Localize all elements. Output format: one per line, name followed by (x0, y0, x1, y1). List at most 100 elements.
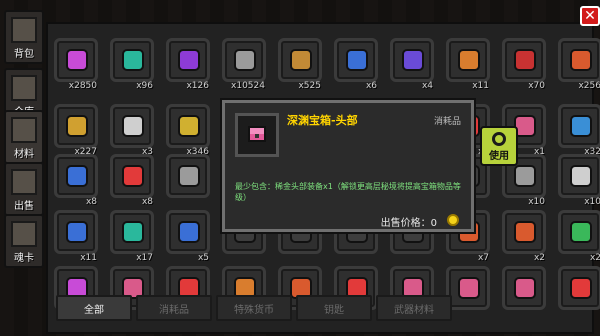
item-icon (290, 49, 312, 71)
tab-label: 材料 (14, 149, 34, 160)
item-icon (178, 165, 200, 187)
item-detail-popup: 深渊宝箱-头部 消耗品 最少包含：稀金头部装备x1（解锁更高层秘境将提高宝箱物品… (222, 100, 474, 232)
filter-tab-consumables[interactable]: 消耗品 (136, 295, 212, 321)
item-icon (570, 165, 592, 187)
inventory-slot[interactable]: x70 (502, 38, 546, 91)
item-icon (178, 115, 200, 137)
inventory-slot[interactable]: x4 (390, 38, 434, 91)
item-count: x2850 (68, 81, 97, 91)
inventory-slot[interactable]: x2 (502, 210, 546, 263)
filter-tab-special-currency[interactable]: 特殊货币 (216, 295, 292, 321)
inventory-slot[interactable]: x346 (166, 104, 210, 157)
inventory-slot[interactable]: x8 (110, 154, 154, 207)
filter-tab-weapon-materials[interactable]: 武器材料 (376, 295, 452, 321)
item-icon (402, 49, 424, 71)
item-icon (346, 49, 368, 71)
inventory-slot[interactable]: x11 (446, 38, 490, 91)
inventory-slot[interactable]: x525 (278, 38, 322, 91)
inventory-slot[interactable]: x10 (558, 154, 600, 207)
inventory-slot[interactable] (166, 154, 210, 198)
item-icon (122, 49, 144, 71)
item-icon (514, 221, 536, 243)
item-count: x8 (85, 197, 97, 207)
item-icon (66, 221, 88, 243)
item-icon (122, 221, 144, 243)
tab-soul-card[interactable]: 魂卡 (4, 214, 44, 268)
filter-tab-all[interactable]: 全部 (56, 295, 132, 321)
item-icon (122, 165, 144, 187)
inventory-slot[interactable]: x96 (110, 38, 154, 91)
item-icon (122, 115, 144, 137)
item-icon (570, 49, 592, 71)
inventory-slot[interactable]: x2850 (54, 38, 98, 91)
tab-materials[interactable]: 材料 (4, 110, 44, 164)
tab-label: 出售 (14, 201, 34, 212)
item-icon (514, 49, 536, 71)
coin-icon (447, 214, 459, 226)
item-count: x10 (528, 197, 545, 207)
item-count: x5 (197, 253, 209, 263)
sell-icon (11, 169, 37, 195)
sell-price: 出售价格：0 (380, 218, 437, 229)
item-count: x11 (472, 81, 489, 91)
tab-label: 魂卡 (14, 253, 34, 264)
inventory-slot[interactable]: x3 (110, 104, 154, 157)
tab-sell[interactable]: 出售 (4, 162, 44, 216)
item-count: x126 (186, 81, 209, 91)
item-icon (66, 49, 88, 71)
item-icon (66, 115, 88, 137)
item-icon (234, 49, 256, 71)
warehouse-icon (11, 75, 37, 101)
inventory-slot[interactable]: x17 (110, 210, 154, 263)
inventory-slot[interactable]: x11 (54, 210, 98, 263)
materials-icon (11, 117, 37, 143)
item-icon-frame (235, 113, 279, 157)
item-icon (514, 165, 536, 187)
key-icon (492, 132, 506, 146)
inventory-slot[interactable] (446, 266, 490, 310)
item-count: x256 (578, 81, 600, 91)
item-count: x70 (528, 81, 545, 91)
item-title: 深渊宝箱-头部 (287, 114, 358, 127)
inventory-slot[interactable] (558, 266, 600, 310)
item-icon (66, 165, 88, 187)
inventory-slot[interactable]: x10524 (222, 38, 266, 91)
item-icon (570, 115, 592, 137)
inventory-slot[interactable]: x227 (54, 104, 98, 157)
item-category: 消耗品 (433, 117, 461, 127)
item-icon (514, 277, 536, 299)
inventory-slot[interactable]: x5 (166, 210, 210, 263)
item-count: x2 (589, 253, 600, 263)
item-count: x2 (533, 253, 545, 263)
item-count: x7 (477, 253, 489, 263)
inventory-slot[interactable]: x256 (558, 38, 600, 91)
item-count: x10 (584, 197, 600, 207)
item-icon (458, 49, 480, 71)
item-icon (178, 49, 200, 71)
close-button[interactable]: ✕ (580, 6, 600, 26)
use-button[interactable]: 使用 (480, 126, 518, 166)
item-icon (570, 221, 592, 243)
item-count: x11 (80, 253, 97, 263)
inventory-slot[interactable] (502, 266, 546, 310)
item-count: x6 (365, 81, 377, 91)
item-count: x96 (136, 81, 153, 91)
inventory-slot[interactable]: x32 (558, 104, 600, 157)
item-count: x8 (141, 197, 153, 207)
inventory-slot[interactable]: x6 (334, 38, 378, 91)
item-count: x4 (421, 81, 433, 91)
chest-icon (248, 126, 266, 142)
item-description: 最少包含：稀金头部装备x1（解锁更高层秘境将提高宝箱物品等级） (235, 182, 461, 202)
item-icon (458, 277, 480, 299)
use-button-label: 使用 (489, 151, 509, 162)
soul-card-icon (11, 221, 37, 247)
inventory-slot[interactable]: x126 (166, 38, 210, 91)
tab-label: 背包 (14, 49, 34, 60)
inventory-slot[interactable]: x2 (558, 210, 600, 263)
item-count: x525 (298, 81, 321, 91)
bag-icon (11, 17, 37, 43)
inventory-slot[interactable]: x8 (54, 154, 98, 207)
filter-tab-keys[interactable]: 钥匙 (296, 295, 372, 321)
item-icon (178, 221, 200, 243)
tab-bag[interactable]: 背包 (4, 10, 44, 64)
